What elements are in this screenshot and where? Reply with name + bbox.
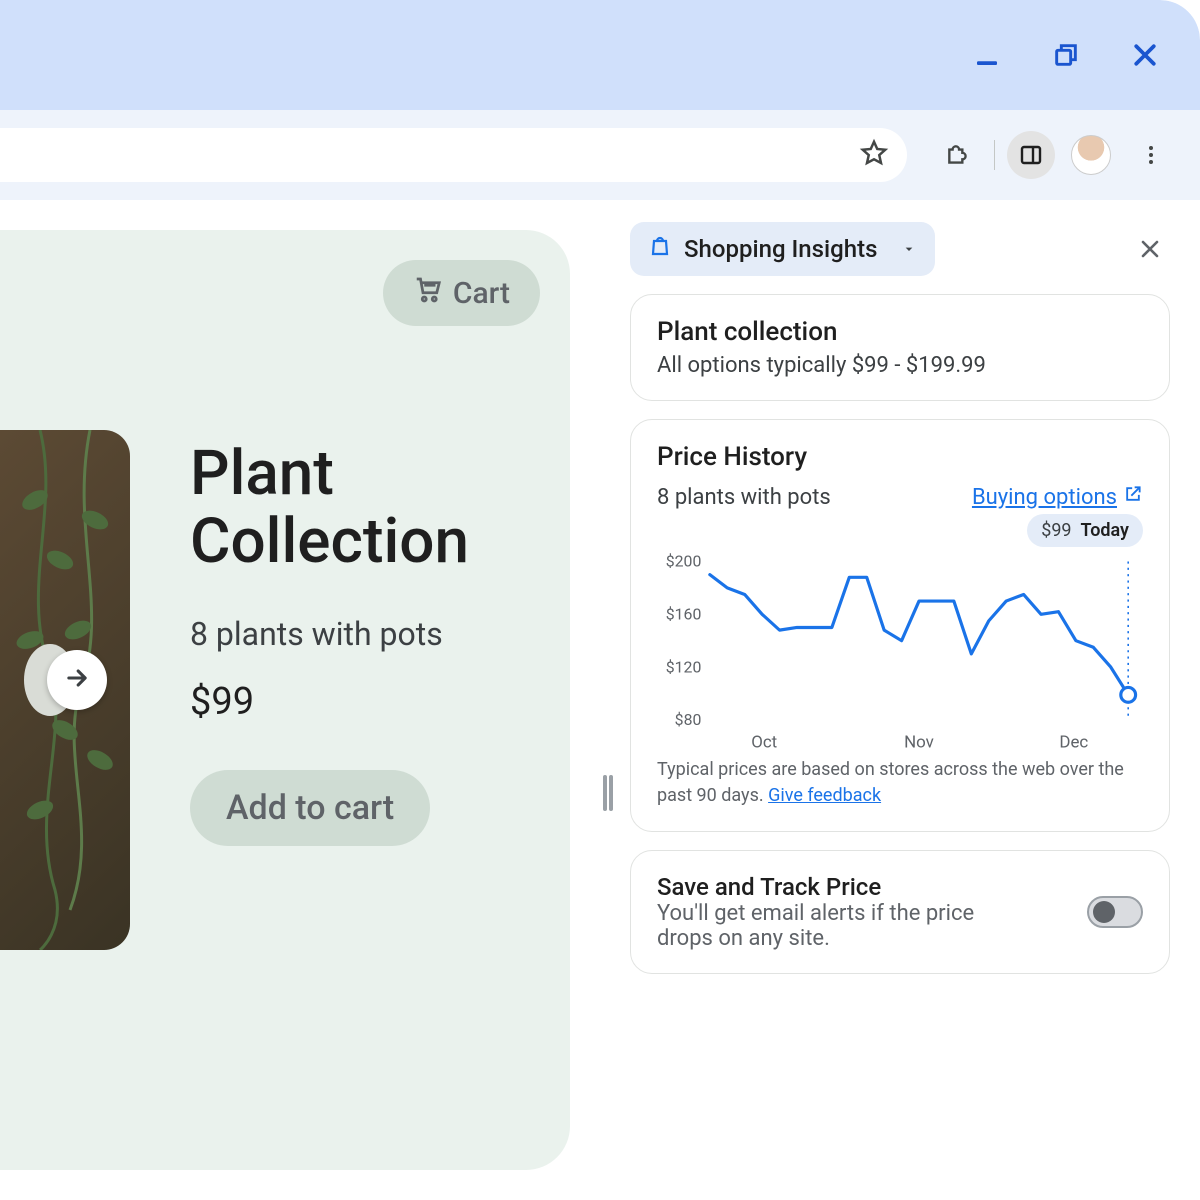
price-history-title: Price History bbox=[657, 442, 1143, 472]
cart-icon bbox=[413, 274, 443, 312]
buying-options-link[interactable]: Buying options bbox=[972, 484, 1143, 510]
star-outline-icon[interactable] bbox=[859, 138, 889, 172]
side-panel-close-button[interactable] bbox=[1130, 229, 1170, 269]
price-history-chart: $80$120$160$200OctNovDec bbox=[657, 553, 1143, 743]
svg-text:Nov: Nov bbox=[904, 732, 934, 752]
track-price-toggle[interactable] bbox=[1087, 896, 1143, 928]
side-panel-selector-label: Shopping Insights bbox=[684, 235, 877, 263]
restore-icon[interactable] bbox=[1052, 41, 1080, 69]
price-history-card: Price History 8 plants with pots Buying … bbox=[630, 419, 1170, 832]
toolbar-separator bbox=[994, 140, 995, 170]
track-desc: You'll get email alerts if the price dro… bbox=[657, 901, 1007, 951]
puzzle-piece-icon[interactable] bbox=[934, 131, 982, 179]
summary-card: Plant collection All options typically $… bbox=[630, 294, 1170, 401]
svg-text:Oct: Oct bbox=[751, 732, 777, 752]
side-panel-icon[interactable] bbox=[1007, 131, 1055, 179]
give-feedback-link[interactable]: Give feedback bbox=[768, 785, 881, 806]
side-panel-header: Shopping Insights bbox=[630, 222, 1170, 276]
summary-range: All options typically $99 - $199.99 bbox=[657, 353, 1143, 378]
side-panel: Shopping Insights Plant collection All o… bbox=[600, 200, 1200, 1200]
today-label: Today bbox=[1081, 520, 1130, 541]
kebab-menu-icon[interactable] bbox=[1127, 131, 1175, 179]
avatar bbox=[1071, 135, 1111, 175]
footnote-text: Typical prices are based on stores acros… bbox=[657, 759, 1124, 806]
cart-button[interactable]: Cart bbox=[383, 260, 540, 326]
product-price: $99 bbox=[190, 680, 254, 724]
window-title-bar bbox=[0, 0, 1200, 110]
svg-text:$200: $200 bbox=[666, 553, 702, 571]
svg-text:$160: $160 bbox=[666, 605, 702, 624]
omnibox[interactable] bbox=[0, 128, 907, 182]
svg-text:Dec: Dec bbox=[1059, 732, 1088, 752]
price-history-variant: 8 plants with pots bbox=[657, 485, 831, 510]
add-to-cart-button[interactable]: Add to cart bbox=[190, 770, 430, 846]
today-price-badge: $99 Today bbox=[1027, 514, 1143, 547]
product-subtitle: 8 plants with pots bbox=[190, 615, 443, 653]
cart-label: Cart bbox=[453, 276, 510, 311]
track-title: Save and Track Price bbox=[657, 873, 1007, 901]
product-title: Plant Collection bbox=[190, 440, 570, 576]
close-icon[interactable] bbox=[1130, 40, 1160, 70]
track-price-card: Save and Track Price You'll get email al… bbox=[630, 850, 1170, 974]
svg-text:$120: $120 bbox=[666, 657, 702, 676]
next-image-button[interactable] bbox=[47, 650, 107, 710]
price-history-footnote: Typical prices are based on stores acros… bbox=[657, 757, 1143, 809]
toggle-knob bbox=[1093, 901, 1115, 923]
shopping-bag-icon bbox=[648, 234, 672, 264]
open-in-new-icon bbox=[1123, 484, 1143, 510]
panel-resize-handle[interactable] bbox=[600, 775, 616, 811]
today-price-value: $99 bbox=[1041, 520, 1071, 541]
product-card: Cart bbox=[0, 230, 570, 1170]
side-panel-selector[interactable]: Shopping Insights bbox=[630, 222, 935, 276]
caret-down-icon bbox=[901, 235, 917, 263]
product-pane: Cart bbox=[0, 200, 600, 1200]
minimize-icon[interactable] bbox=[972, 40, 1002, 70]
browser-toolbar bbox=[0, 110, 1200, 200]
summary-title: Plant collection bbox=[657, 317, 1143, 347]
arrow-right-icon bbox=[63, 664, 91, 696]
svg-text:$80: $80 bbox=[675, 710, 702, 729]
avatar-icon[interactable] bbox=[1067, 131, 1115, 179]
buying-options-label: Buying options bbox=[972, 485, 1117, 510]
